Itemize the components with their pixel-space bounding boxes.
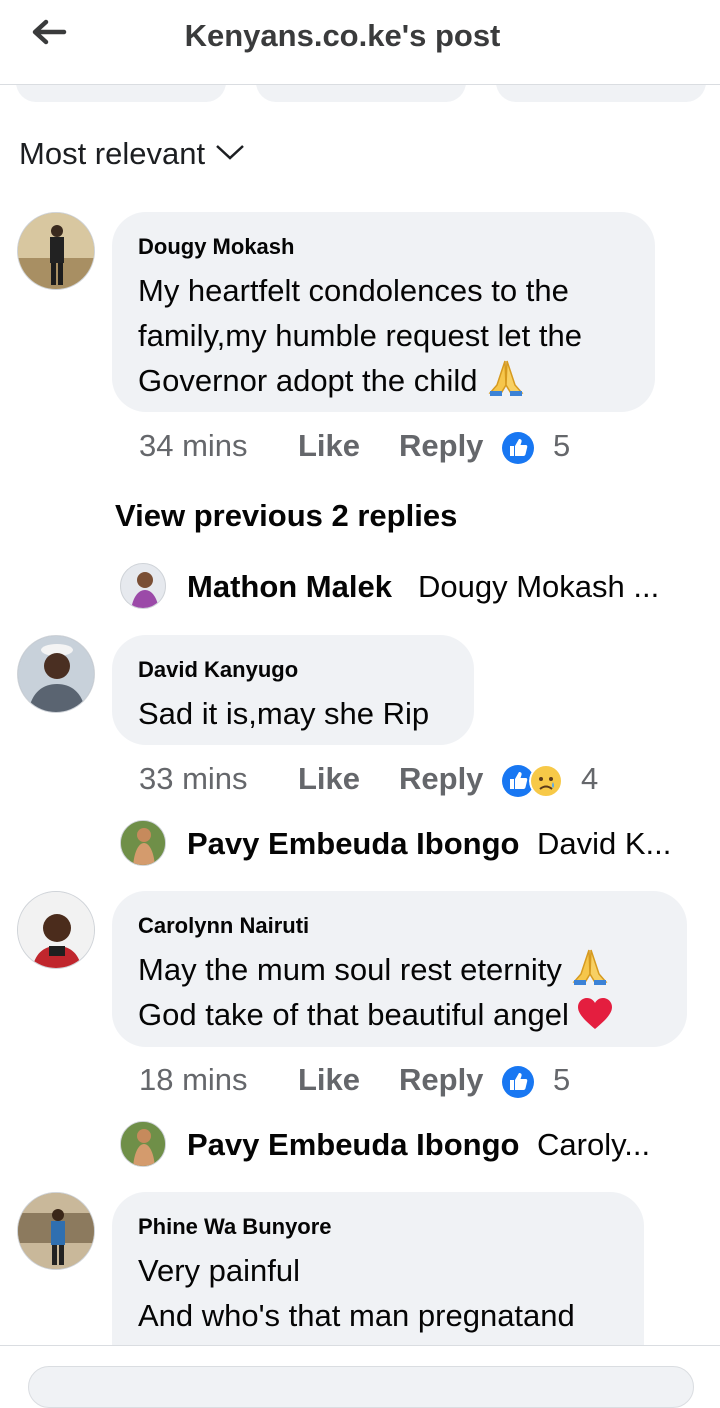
avatar[interactable] [120,820,166,866]
avatar-photo [121,821,165,865]
chevron-down-icon [216,145,244,160]
like-button[interactable]: Like [298,1062,360,1098]
comment-text-line: May the mum soul rest eternity [138,947,661,992]
comment-text-line: God take of that beautiful angel [138,992,661,1037]
comment-bubble[interactable]: Dougy Mokash My heartfelt condolences to… [112,212,655,412]
comment-input[interactable] [28,1366,694,1408]
comment-author[interactable]: David Kanyugo [138,657,448,683]
avatar-photo [121,1122,165,1166]
reaction-count[interactable]: 4 [581,761,598,797]
red-heart-icon [577,998,612,1029]
reply-author: Pavy Embeuda Ibongo [187,826,520,861]
reply-snippet: Dougy Mokash ... [418,569,660,604]
avatar[interactable] [17,1192,95,1270]
sort-dropdown[interactable]: Most relevant [19,136,245,172]
reply-button[interactable]: Reply [399,428,483,464]
comment-text: Governor adopt the child [138,363,478,398]
avatar[interactable] [17,891,95,969]
comment-author[interactable]: Carolynn Nairuti [138,913,661,939]
avatar-photo [18,636,94,712]
reply-preview[interactable]: Pavy Embeuda Ibongo Caroly... [120,1121,720,1171]
comment-author[interactable]: Dougy Mokash [138,234,629,260]
avatar[interactable] [120,563,166,609]
reaction-count[interactable]: 5 [553,1062,570,1098]
avatar-photo [18,892,94,968]
avatar-photo [18,1193,94,1269]
comment-text-line: And who's that man pregnatand [138,1298,575,1333]
avatar-photo [18,213,94,289]
page-title: Kenyans.co.ke's post [184,18,501,53]
comment-text-line: Sad it is,may she Rip [138,696,430,731]
like-button[interactable]: Like [298,428,360,464]
like-reaction-icon[interactable] [501,1065,535,1099]
reply-author: Mathon Malek [187,569,392,604]
comment-text-line: Very painful [138,1253,300,1288]
comment-actions: 18 mins Like Reply 5 [139,1062,609,1102]
reply-snippet: David K... [537,826,672,861]
avatar[interactable] [120,1121,166,1167]
reply-snippet: Caroly... [537,1127,651,1162]
comment-time[interactable]: 34 mins [139,428,248,464]
avatar-photo [121,564,165,608]
comment-text-line: My heartfelt condolences to the [138,273,569,308]
reply-button[interactable]: Reply [399,1062,483,1098]
like-reaction-icon[interactable] [501,431,535,465]
comment-text: May the mum soul rest eternity [138,952,562,987]
comment-actions: 34 mins Like Reply 5 [139,428,609,468]
sort-label: Most relevant [19,136,206,171]
comment-composer-bar [0,1345,720,1408]
folded-hands-icon [572,949,608,985]
comment-author[interactable]: Phine Wa Bunyore [138,1214,618,1240]
folded-hands-icon [488,360,523,396]
reply-preview[interactable]: Pavy Embeuda Ibongo David K... [120,820,720,870]
comment-text-line: Governor adopt the child [138,358,629,403]
avatar[interactable] [17,635,95,713]
reply-button[interactable]: Reply [399,761,483,797]
sad-reaction-icon[interactable] [529,764,563,798]
comment-text: God take of that beautiful angel [138,997,569,1032]
comment-actions: 33 mins Like Reply 4 [139,761,609,801]
reply-author: Pavy Embeuda Ibongo [187,1127,520,1162]
reaction-count[interactable]: 5 [553,428,570,464]
reply-preview[interactable]: Mathon Malek Dougy Mokash ... [120,563,720,613]
comment-bubble[interactable]: Carolynn Nairuti May the mum soul rest e… [112,891,687,1047]
comment-bubble[interactable]: David Kanyugo Sad it is,may she Rip [112,635,474,745]
comment-text-line: family,my humble request let the [138,318,582,353]
avatar[interactable] [17,212,95,290]
top-bar: Kenyans.co.ke's post [0,0,720,85]
comment-time[interactable]: 18 mins [139,1062,248,1098]
comment-bubble[interactable]: Phine Wa Bunyore Very painful And who's … [112,1192,644,1362]
view-previous-replies-link[interactable]: View previous 2 replies [115,498,457,534]
like-button[interactable]: Like [298,761,360,797]
comment-time[interactable]: 33 mins [139,761,248,797]
